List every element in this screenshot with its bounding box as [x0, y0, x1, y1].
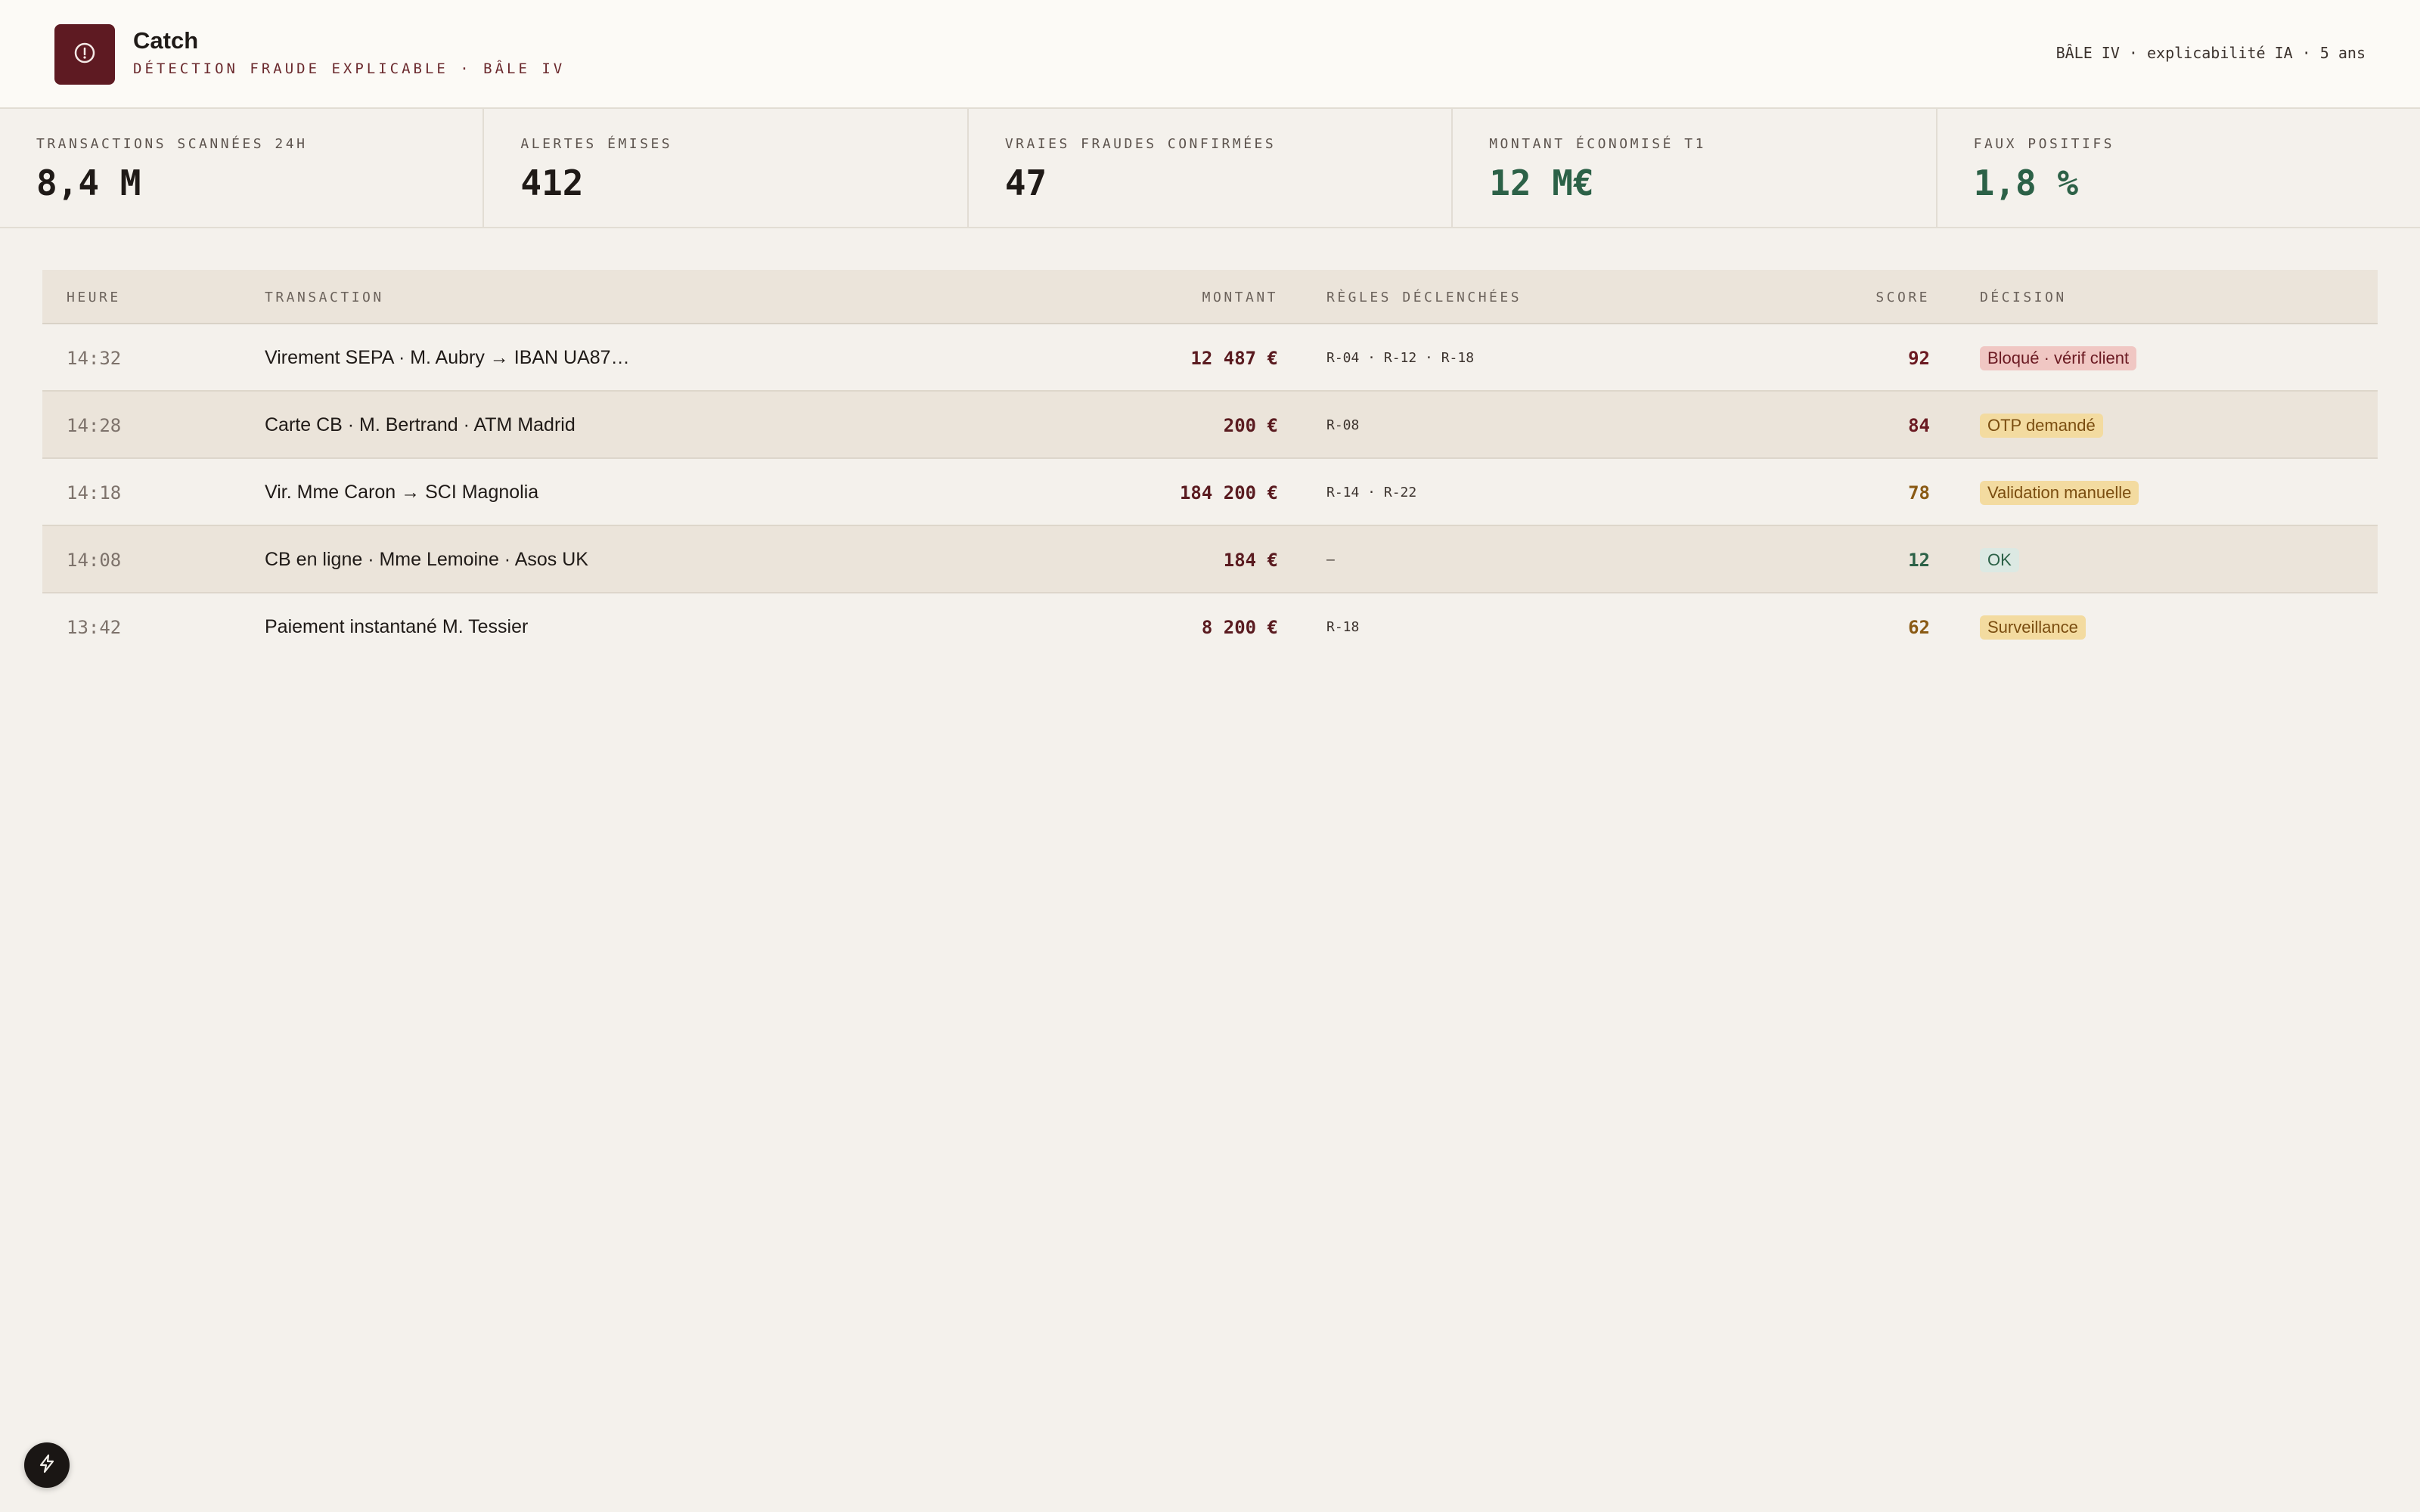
lightning-icon [36, 1453, 57, 1478]
column-header-transaction[interactable]: TRANSACTION [265, 290, 384, 305]
table-row[interactable]: 14:28 Carte CB · M. Bertrand · ATM Madri… [42, 392, 2378, 459]
cell-transaction: Virement SEPA · M. Aubry → IBAN UA87… [265, 347, 630, 368]
cell-rules: – [1326, 552, 1335, 568]
column-header-score[interactable]: SCORE [1876, 290, 1930, 305]
cell-amount: 8 200 € [1201, 616, 1278, 638]
cell-time: 14:32 [67, 347, 122, 369]
cell-score: 92 [1908, 347, 1930, 369]
cell-rules: R-08 [1326, 417, 1360, 433]
kpi-value: 12 M€ [1489, 163, 1594, 203]
cell-rules: R-04 · R-12 · R-18 [1326, 350, 1475, 366]
alert-circle-icon [73, 41, 97, 69]
cell-time: 14:28 [67, 414, 122, 436]
cell-transaction: Carte CB · M. Bertrand · ATM Madrid [265, 414, 576, 435]
column-header-rules[interactable]: RÈGLES DÉCLENCHÉES [1326, 290, 1522, 305]
table-row[interactable]: 13:42 Paiement instantané M. Tessier 8 2… [42, 593, 2378, 661]
column-header-time[interactable]: HEURE [67, 290, 121, 305]
cell-decision: Surveillance [1980, 593, 2086, 661]
cell-amount: 200 € [1223, 414, 1278, 436]
quick-action-button[interactable] [24, 1442, 70, 1488]
table-row[interactable]: 14:32 Virement SEPA · M. Aubry → IBAN UA… [42, 324, 2378, 392]
cell-score: 12 [1908, 549, 1930, 571]
kpi-value: 47 [1004, 163, 1047, 203]
table-header: HEURE TRANSACTION MONTANT RÈGLES DÉCLENC… [42, 270, 2378, 324]
decision-badge: Surveillance [1980, 615, 2086, 640]
kpi-card: VRAIES FRAUDES CONFIRMÉES 47 [969, 109, 1454, 227]
cell-decision: Bloqué · vérif client [1980, 324, 2137, 392]
table-row[interactable]: 14:18 Vir. Mme Caron → SCI Magnolia 184 … [42, 459, 2378, 526]
app-name: Catch [133, 27, 199, 54]
kpi-card: TRANSACTIONS SCANNÉES 24H 8,4 M [0, 109, 485, 227]
cell-score: 78 [1908, 482, 1930, 503]
kpi-value: 412 [520, 163, 584, 203]
kpi-label: MONTANT ÉCONOMISÉ T1 [1489, 136, 1706, 152]
cell-transaction: CB en ligne · Mme Lemoine · Asos UK [265, 549, 588, 570]
cell-rules: R-18 [1326, 619, 1360, 635]
decision-badge: OK [1980, 547, 2019, 572]
cell-transaction: Paiement instantané M. Tessier [265, 616, 529, 637]
cell-amount: 184 200 € [1179, 482, 1278, 503]
cell-amount: 184 € [1223, 549, 1278, 571]
cell-rules: R-14 · R-22 [1326, 485, 1417, 500]
cell-time: 14:18 [67, 482, 122, 503]
kpi-value: 8,4 M [36, 163, 141, 203]
transactions-table: HEURE TRANSACTION MONTANT RÈGLES DÉCLENC… [42, 270, 2378, 661]
kpi-card: FAUX POSITIFS 1,8 % [1938, 109, 2420, 227]
cell-time: 14:08 [67, 549, 122, 571]
cell-score: 84 [1908, 414, 1930, 436]
cell-decision: OK [1980, 526, 2019, 593]
kpi-label: VRAIES FRAUDES CONFIRMÉES [1004, 136, 1277, 152]
kpi-label: TRANSACTIONS SCANNÉES 24H [36, 136, 308, 152]
column-header-decision[interactable]: DÉCISION [1980, 290, 2067, 305]
kpi-strip: TRANSACTIONS SCANNÉES 24H 8,4 M ALERTES … [0, 109, 2420, 228]
app-header: Catch DÉTECTION FRAUDE EXPLICABLE · BÂLE… [0, 0, 2420, 109]
app-logo[interactable] [54, 24, 115, 85]
cell-score: 62 [1908, 616, 1930, 638]
header-meta: BÂLE IV · explicabilité IA · 5 ans [2055, 44, 2366, 62]
cell-transaction: Vir. Mme Caron → SCI Magnolia [265, 482, 539, 503]
cell-decision: OTP demandé [1980, 392, 2103, 459]
kpi-card: MONTANT ÉCONOMISÉ T1 12 M€ [1453, 109, 1938, 227]
kpi-card: ALERTES ÉMISES 412 [484, 109, 969, 227]
table-row[interactable]: 14:08 CB en ligne · Mme Lemoine · Asos U… [42, 526, 2378, 593]
cell-time: 13:42 [67, 616, 122, 638]
decision-badge: OTP demandé [1980, 413, 2103, 438]
app-subtitle: DÉTECTION FRAUDE EXPLICABLE · BÂLE IV [133, 60, 566, 77]
kpi-label: FAUX POSITIFS [1973, 136, 2115, 152]
cell-decision: Validation manuelle [1980, 459, 2139, 526]
decision-badge: Bloqué · vérif client [1980, 345, 2137, 370]
kpi-value: 1,8 % [1973, 163, 2079, 203]
column-header-amount[interactable]: MONTANT [1202, 290, 1278, 305]
cell-amount: 12 487 € [1190, 347, 1278, 369]
decision-badge: Validation manuelle [1980, 480, 2139, 505]
kpi-label: ALERTES ÉMISES [520, 136, 673, 152]
